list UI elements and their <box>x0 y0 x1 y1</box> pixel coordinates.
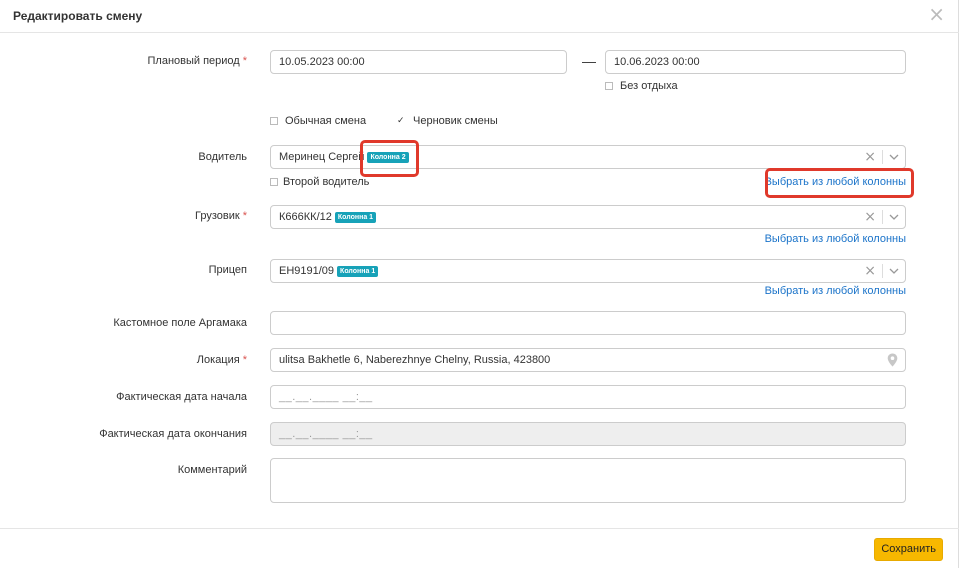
dialog-title: Редактировать смену <box>13 9 143 23</box>
dialog-footer <box>0 528 959 568</box>
actual-start-label: Фактическая дата начала <box>116 391 247 403</box>
checkbox-box[interactable] <box>270 178 278 186</box>
regular-shift-label: Обычная смена <box>285 115 367 127</box>
period-end-input[interactable]: 10.06.2023 00:00 <box>605 50 906 74</box>
second-driver-label: Второй водитель <box>283 176 370 188</box>
regular-shift-checkbox[interactable]: Обычная смена <box>270 115 366 127</box>
trailer-choose-any-column-link[interactable]: Выбрать из любой колонны <box>765 285 906 297</box>
second-driver-checkbox[interactable]: Второй водитель <box>270 176 369 188</box>
comment-textarea[interactable] <box>270 458 906 503</box>
chevron-down-icon[interactable] <box>883 266 905 276</box>
period-start-input[interactable]: 10.05.2023 00:00 <box>270 50 567 74</box>
select-controls: × <box>858 146 905 168</box>
location-input[interactable]: ulitsa Bakhetle 6, Naberezhnye Chelny, R… <box>270 348 906 372</box>
trailer-column-badge: Колонна 1 <box>337 266 379 277</box>
draft-shift-label: Черновик смены <box>413 115 498 127</box>
truck-choose-any-column-link[interactable]: Выбрать из любой колонны <box>765 233 906 245</box>
truck-label: Грузовик * <box>195 210 247 222</box>
no-rest-checkbox[interactable]: Без отдыха <box>605 80 678 92</box>
truck-column-badge: Колонна 1 <box>334 212 377 223</box>
map-pin-icon[interactable] <box>887 353 898 371</box>
location-label: Локация * <box>196 354 247 366</box>
actual-start-input[interactable]: __.__.____ __:__ <box>270 385 906 409</box>
location-value: ulitsa Bakhetle 6, Naberezhnye Chelny, R… <box>279 354 551 366</box>
chevron-down-icon[interactable] <box>883 212 905 222</box>
annotation-highlight-link <box>765 168 914 198</box>
checkbox-box[interactable] <box>605 82 613 90</box>
trailer-label: Прицеп <box>208 264 247 276</box>
driver-value: Меринец Сергей <box>279 151 365 163</box>
actual-end-label: Фактическая дата окончания <box>99 428 247 440</box>
save-button[interactable]: Сохранить <box>874 538 943 561</box>
check-icon[interactable]: ✓ <box>397 116 406 126</box>
annotation-highlight-badge <box>360 140 419 177</box>
close-icon[interactable]: × <box>928 4 945 24</box>
custom-field-input[interactable] <box>270 311 906 335</box>
custom-field-label: Кастомное поле Аргамака <box>113 317 247 329</box>
clear-icon[interactable]: × <box>858 146 882 168</box>
draft-shift-checkbox[interactable]: ✓ Черновик смены <box>397 115 498 127</box>
truck-value: К666КК/12 <box>279 211 332 223</box>
truck-select[interactable]: К666КК/12 Колонна 1 × <box>270 205 906 229</box>
clear-icon[interactable]: × <box>858 260 882 282</box>
select-controls: × <box>858 260 905 282</box>
checkbox-box[interactable] <box>270 117 278 125</box>
driver-label: Водитель <box>198 151 247 163</box>
trailer-value: ЕН9191/09 <box>279 265 335 277</box>
period-separator: — <box>582 53 596 69</box>
actual-end-input: __.__.____ __:__ <box>270 422 906 446</box>
clear-icon[interactable]: × <box>858 206 882 228</box>
comment-label: Комментарий <box>177 464 247 476</box>
trailer-select[interactable]: ЕН9191/09 Колонна 1 × <box>270 259 906 283</box>
chevron-down-icon[interactable] <box>883 152 905 162</box>
period-label: Плановый период * <box>147 55 248 67</box>
dialog-header: Редактировать смену × <box>0 0 959 33</box>
no-rest-label: Без отдыха <box>620 80 678 92</box>
select-controls: × <box>858 206 905 228</box>
